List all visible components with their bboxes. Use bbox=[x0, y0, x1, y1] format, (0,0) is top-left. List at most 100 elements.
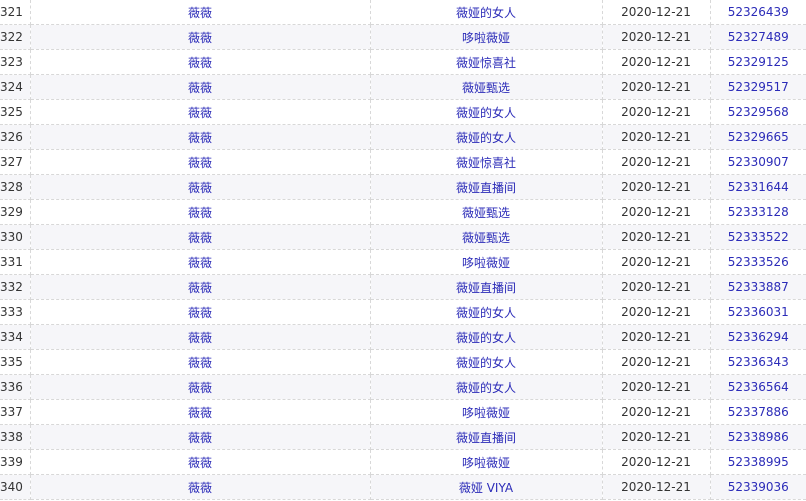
room-link[interactable]: 薇娅甄选 bbox=[462, 81, 510, 95]
room-link[interactable]: 薇娅的女人 bbox=[456, 131, 516, 145]
anchor-link[interactable]: 薇薇 bbox=[188, 131, 212, 145]
row-date-cell: 2020-12-21 bbox=[602, 299, 711, 325]
record-id-cell: 52336343 bbox=[710, 349, 806, 375]
room-link[interactable]: 薇娅的女人 bbox=[456, 106, 516, 120]
anchor-link[interactable]: 薇薇 bbox=[188, 456, 212, 470]
record-id-link[interactable]: 52333128 bbox=[728, 205, 789, 219]
record-id-cell: 52338986 bbox=[710, 424, 806, 450]
row-index: 337 bbox=[0, 405, 23, 419]
anchor-link[interactable]: 薇薇 bbox=[188, 481, 212, 495]
row-date-cell: 2020-12-21 bbox=[602, 349, 711, 375]
row-index: 340 bbox=[0, 480, 23, 494]
room-link[interactable]: 薇娅惊喜社 bbox=[456, 156, 516, 170]
room-link[interactable]: 哆啦薇娅 bbox=[462, 456, 510, 470]
record-id-link[interactable]: 52329125 bbox=[728, 55, 789, 69]
anchor-link[interactable]: 薇薇 bbox=[188, 356, 212, 370]
anchor-cell: 薇薇 bbox=[30, 274, 371, 300]
record-id-link[interactable]: 52333887 bbox=[728, 280, 789, 294]
room-link[interactable]: 薇娅的女人 bbox=[456, 331, 516, 345]
room-link[interactable]: 薇娅直播间 bbox=[456, 281, 516, 295]
anchor-link[interactable]: 薇薇 bbox=[188, 231, 212, 245]
room-link[interactable]: 哆啦薇娅 bbox=[462, 31, 510, 45]
anchor-link[interactable]: 薇薇 bbox=[188, 6, 212, 20]
record-id-link[interactable]: 52336564 bbox=[728, 380, 789, 394]
row-date: 2020-12-21 bbox=[621, 205, 691, 219]
room-link[interactable]: 薇娅的女人 bbox=[456, 6, 516, 20]
row-date: 2020-12-21 bbox=[621, 30, 691, 44]
anchor-link[interactable]: 薇薇 bbox=[188, 56, 212, 70]
anchor-link[interactable]: 薇薇 bbox=[188, 156, 212, 170]
record-id-cell: 52333887 bbox=[710, 274, 806, 300]
anchor-link[interactable]: 薇薇 bbox=[188, 81, 212, 95]
anchor-cell: 薇薇 bbox=[30, 199, 371, 225]
anchor-link[interactable]: 薇薇 bbox=[188, 31, 212, 45]
anchor-link[interactable]: 薇薇 bbox=[188, 406, 212, 420]
row-index: 338 bbox=[0, 430, 23, 444]
record-id-link[interactable]: 52329517 bbox=[728, 80, 789, 94]
room-link[interactable]: 薇娅直播间 bbox=[456, 181, 516, 195]
room-cell: 薇娅的女人 bbox=[370, 374, 603, 400]
record-id-cell: 52329568 bbox=[710, 99, 806, 125]
room-link[interactable]: 薇娅直播间 bbox=[456, 431, 516, 445]
record-id-cell: 52329125 bbox=[710, 49, 806, 75]
record-id-link[interactable]: 52338995 bbox=[728, 455, 789, 469]
room-link[interactable]: 薇娅的女人 bbox=[456, 306, 516, 320]
room-link[interactable]: 哆啦薇娅 bbox=[462, 406, 510, 420]
anchor-cell: 薇薇 bbox=[30, 474, 371, 500]
record-id-link[interactable]: 52330907 bbox=[728, 155, 789, 169]
row-date: 2020-12-21 bbox=[621, 105, 691, 119]
row-date: 2020-12-21 bbox=[621, 355, 691, 369]
record-id-link[interactable]: 52336343 bbox=[728, 355, 789, 369]
anchor-link[interactable]: 薇薇 bbox=[188, 331, 212, 345]
room-cell: 薇娅的女人 bbox=[370, 324, 603, 350]
row-date: 2020-12-21 bbox=[621, 455, 691, 469]
room-link[interactable]: 薇娅 VIYA bbox=[459, 481, 513, 495]
row-date: 2020-12-21 bbox=[621, 430, 691, 444]
anchor-cell: 薇薇 bbox=[30, 424, 371, 450]
anchor-link[interactable]: 薇薇 bbox=[188, 206, 212, 220]
record-id-link[interactable]: 52327489 bbox=[728, 30, 789, 44]
record-id-link[interactable]: 52338986 bbox=[728, 430, 789, 444]
anchor-link[interactable]: 薇薇 bbox=[188, 281, 212, 295]
room-link[interactable]: 薇娅甄选 bbox=[462, 206, 510, 220]
table-row: 330 薇薇 薇娅甄选 2020-12-21 52333522 bbox=[0, 224, 806, 250]
row-date: 2020-12-21 bbox=[621, 480, 691, 494]
anchor-link[interactable]: 薇薇 bbox=[188, 181, 212, 195]
room-cell: 薇娅的女人 bbox=[370, 299, 603, 325]
anchor-cell: 薇薇 bbox=[30, 124, 371, 150]
record-id-link[interactable]: 52329665 bbox=[728, 130, 789, 144]
row-index: 329 bbox=[0, 205, 23, 219]
anchor-link[interactable]: 薇薇 bbox=[188, 381, 212, 395]
room-link[interactable]: 薇娅惊喜社 bbox=[456, 56, 516, 70]
row-date: 2020-12-21 bbox=[621, 180, 691, 194]
row-date-cell: 2020-12-21 bbox=[602, 49, 711, 75]
row-date-cell: 2020-12-21 bbox=[602, 474, 711, 500]
room-link[interactable]: 薇娅的女人 bbox=[456, 356, 516, 370]
anchor-link[interactable]: 薇薇 bbox=[188, 431, 212, 445]
row-date-cell: 2020-12-21 bbox=[602, 99, 711, 125]
anchor-link[interactable]: 薇薇 bbox=[188, 106, 212, 120]
anchor-cell: 薇薇 bbox=[30, 74, 371, 100]
record-id-link[interactable]: 52333522 bbox=[728, 230, 789, 244]
row-index-cell: 340 bbox=[0, 474, 31, 500]
record-id-link[interactable]: 52326439 bbox=[728, 5, 789, 19]
row-index-cell: 332 bbox=[0, 274, 31, 300]
anchor-link[interactable]: 薇薇 bbox=[188, 306, 212, 320]
anchor-cell: 薇薇 bbox=[30, 449, 371, 475]
record-id-link[interactable]: 52337886 bbox=[728, 405, 789, 419]
row-index: 326 bbox=[0, 130, 23, 144]
table-row: 336 薇薇 薇娅的女人 2020-12-21 52336564 bbox=[0, 374, 806, 400]
room-link[interactable]: 薇娅的女人 bbox=[456, 381, 516, 395]
room-link[interactable]: 哆啦薇娅 bbox=[462, 256, 510, 270]
record-id-cell: 52336031 bbox=[710, 299, 806, 325]
anchor-link[interactable]: 薇薇 bbox=[188, 256, 212, 270]
row-date-cell: 2020-12-21 bbox=[602, 399, 711, 425]
record-id-link[interactable]: 52333526 bbox=[728, 255, 789, 269]
record-id-link[interactable]: 52336294 bbox=[728, 330, 789, 344]
record-id-link[interactable]: 52336031 bbox=[728, 305, 789, 319]
room-link[interactable]: 薇娅甄选 bbox=[462, 231, 510, 245]
record-id-link[interactable]: 52331644 bbox=[728, 180, 789, 194]
record-id-link[interactable]: 52329568 bbox=[728, 105, 789, 119]
record-id-link[interactable]: 52339036 bbox=[728, 480, 789, 494]
table-row: 326 薇薇 薇娅的女人 2020-12-21 52329665 bbox=[0, 124, 806, 150]
